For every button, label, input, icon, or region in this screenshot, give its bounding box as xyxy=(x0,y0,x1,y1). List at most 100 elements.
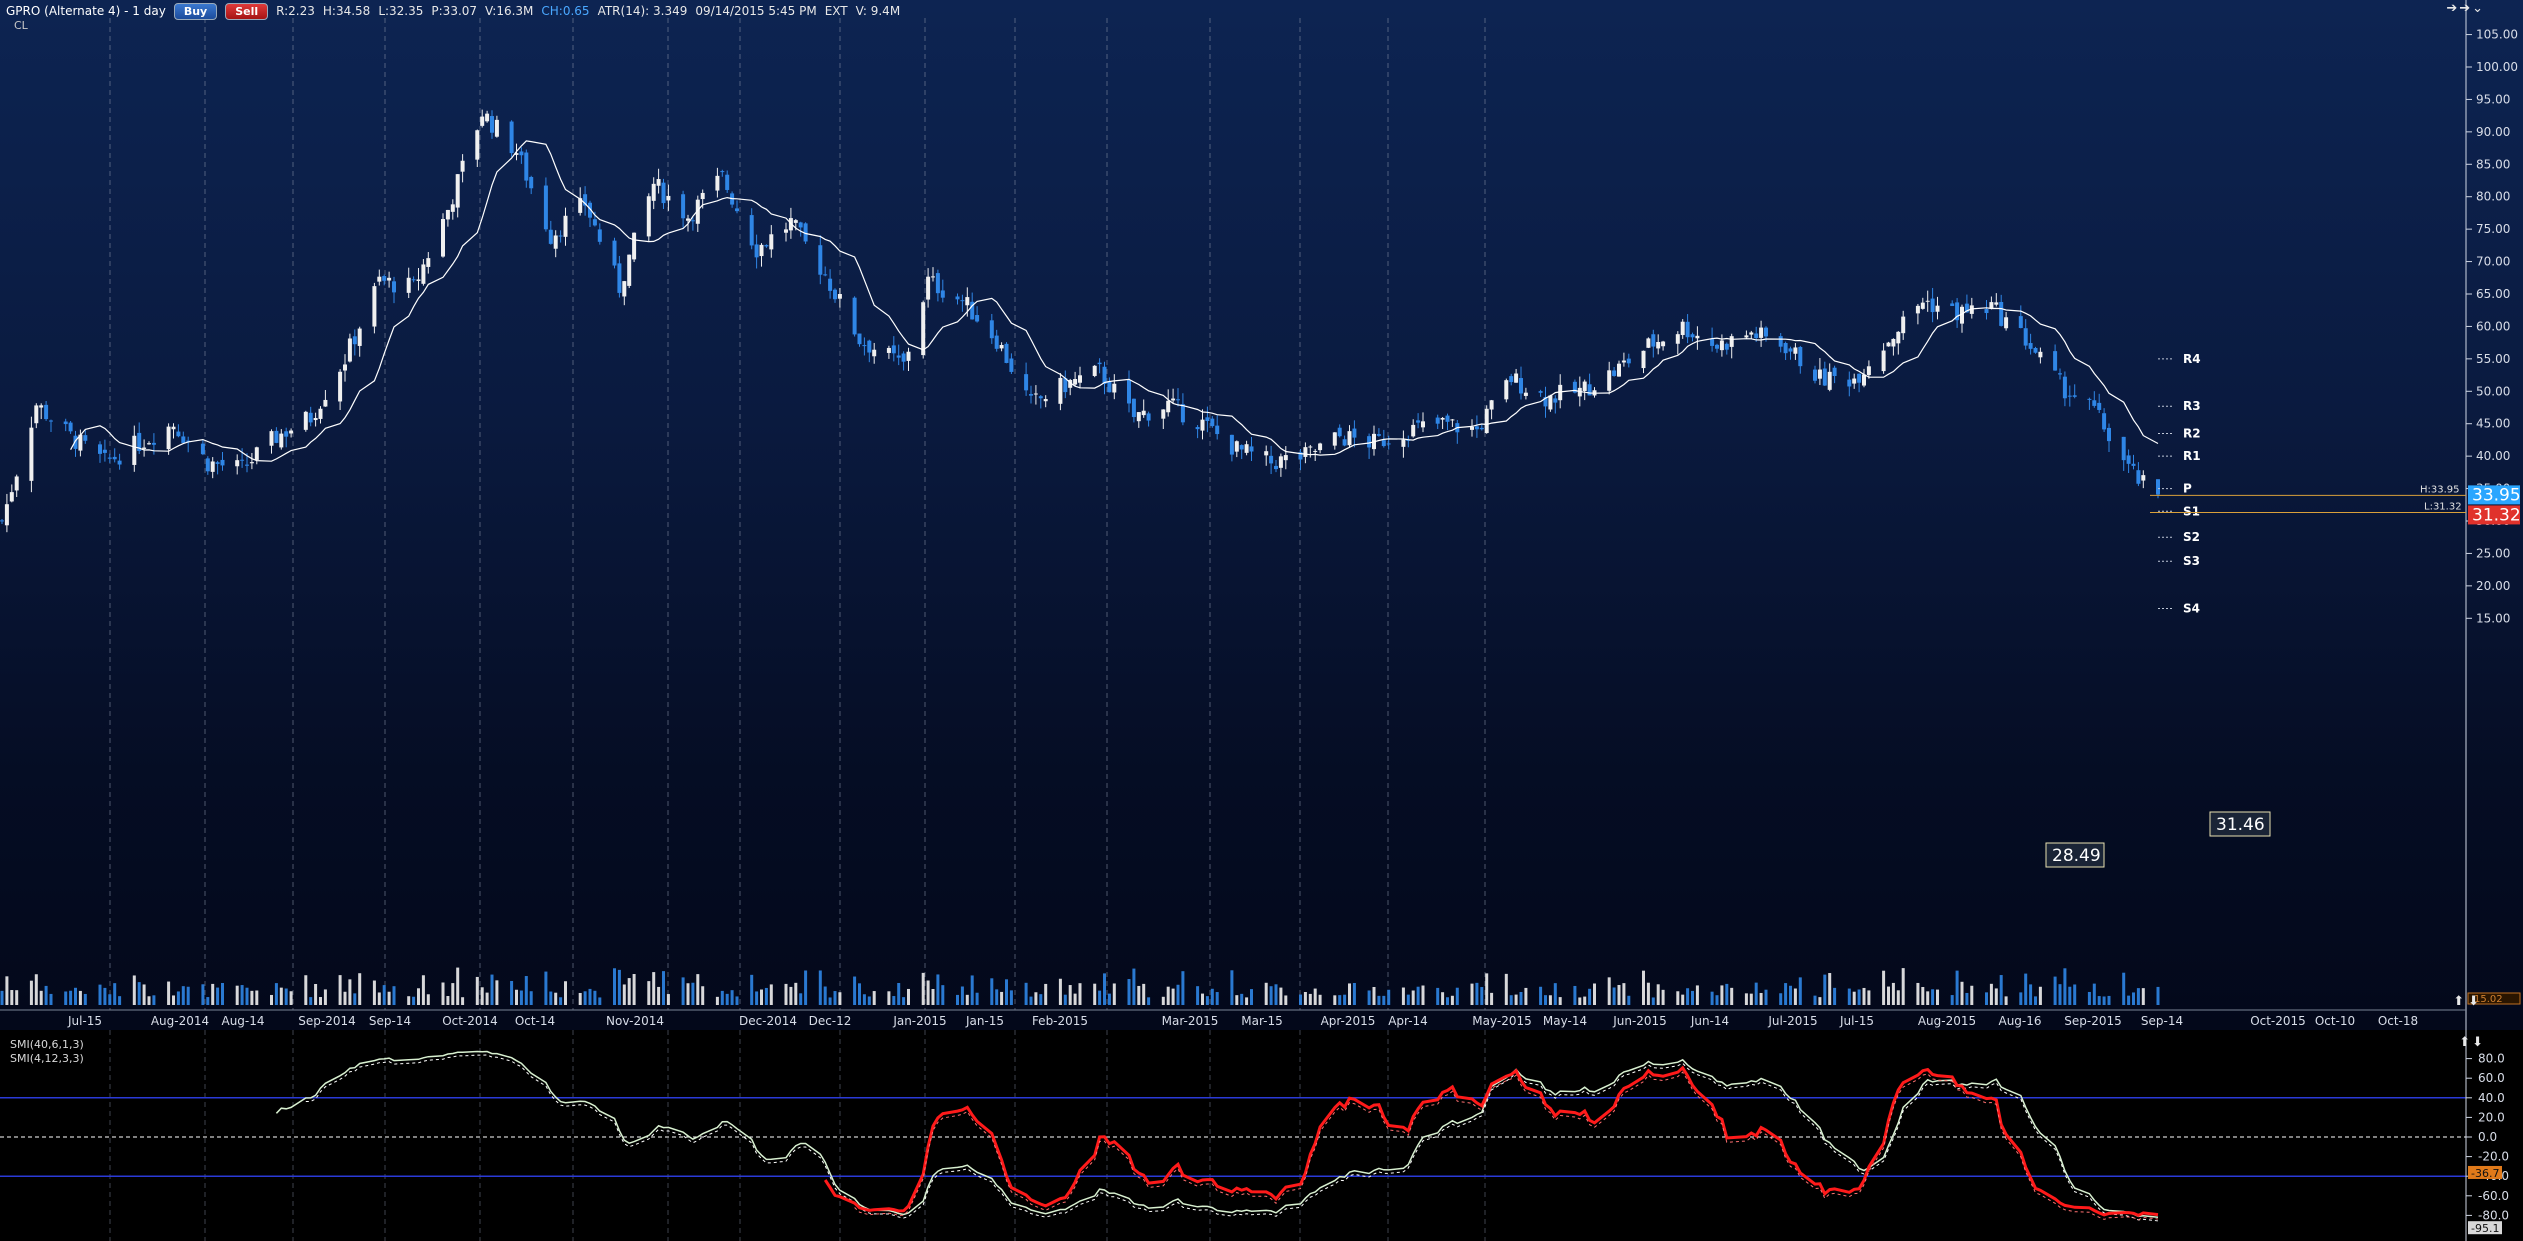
volume-bar-134 xyxy=(921,972,925,1005)
candle-body-251 xyxy=(1719,340,1724,351)
volume-bar-104 xyxy=(715,996,719,1005)
candle-body-117 xyxy=(798,222,803,228)
price-axis-label-6: 75.00 xyxy=(2476,222,2510,236)
price-chart-svg[interactable]: 105.00 100.00 95.00 90.00 85.00 80.00 75.00 70.… xyxy=(0,0,2523,1030)
candle-body-124 xyxy=(852,297,857,335)
pivot-label-P: P xyxy=(2183,482,2192,496)
volume-bar-161 xyxy=(1103,973,1106,1005)
atr-stat: ATR(14): 3.349 xyxy=(597,4,688,18)
candle-body-81 xyxy=(553,235,558,249)
candle-body-116 xyxy=(793,220,798,223)
volume-bar-119 xyxy=(818,970,822,1005)
time-axis-label-19: Jun-2015 xyxy=(1612,1014,1667,1028)
candle-body-22 xyxy=(147,443,151,445)
volume-bar-71 xyxy=(485,992,489,1005)
volume-bar-233 xyxy=(1593,983,1596,1005)
candle-body-53 xyxy=(357,328,362,346)
candle-body-34 xyxy=(235,460,240,467)
candle-body-2 xyxy=(9,492,14,502)
volume-bar-253 xyxy=(1730,987,1734,1005)
candle-body-55 xyxy=(377,276,382,282)
time-axis-label-22: Jul-15 xyxy=(1839,1014,1874,1028)
volume-bar-17 xyxy=(113,983,117,1005)
volume-bar-81 xyxy=(554,992,558,1005)
candle-body-263 xyxy=(1798,346,1803,367)
time-axis-label-12: Feb-2015 xyxy=(1032,1014,1088,1028)
volume-scroll-icons[interactable]: ⬆⬇ xyxy=(2453,994,2483,1009)
price-chart-panel[interactable]: 105.00 100.00 95.00 90.00 85.00 80.00 75.00 70.… xyxy=(0,0,2523,1030)
candle-body-259 xyxy=(1778,336,1783,347)
candle-body-192 xyxy=(1313,450,1318,452)
candle-body-103 xyxy=(700,192,705,200)
time-axis-label-28: Oct-10 xyxy=(2315,1014,2355,1028)
sell-button[interactable]: Sell xyxy=(225,2,269,20)
chart-title: GPRO (Alternate 4) - 1 day xyxy=(6,4,166,18)
volume-bar-47 xyxy=(319,997,322,1005)
volume-bar-78 xyxy=(529,991,533,1005)
volume-bar-54 xyxy=(372,980,376,1005)
smi-indicator-panel[interactable]: 80.060.040.020.00.0-20.0-40.0-60.0-80.0-… xyxy=(0,1030,2523,1241)
candle-body-146 xyxy=(999,345,1004,349)
volume-bar-98 xyxy=(666,994,670,1005)
volume-bar-288 xyxy=(1970,985,1974,1005)
price-axis-label-11: 50.00 xyxy=(2476,384,2510,398)
volume-bar-200 xyxy=(1372,987,1376,1005)
change-stat: CH:0.65 xyxy=(541,4,590,18)
buy-button[interactable]: Buy xyxy=(173,2,218,20)
smi-fast-line xyxy=(275,1050,2159,1219)
pivot-label-R4: R4 xyxy=(2183,352,2201,366)
volume-bar-235 xyxy=(1612,987,1616,1005)
candle-body-240 xyxy=(1646,338,1651,348)
candle-body-253 xyxy=(1729,336,1734,347)
volume-bar-311 xyxy=(2132,992,2135,1005)
volume-bar-306 xyxy=(2097,996,2101,1005)
volume-bar-230 xyxy=(1578,997,1582,1005)
volume-bar-231 xyxy=(1583,996,1587,1005)
candle-body-196 xyxy=(1342,439,1347,446)
candle-body-256 xyxy=(1754,333,1759,339)
candle-body-16 xyxy=(107,457,112,459)
volume-bar-181 xyxy=(1240,993,1244,1005)
candle-body-1 xyxy=(4,504,9,526)
candle-body-295 xyxy=(2023,328,2028,346)
volume-bar-141 xyxy=(965,994,969,1005)
volume-bar-241 xyxy=(1651,997,1655,1005)
candle-body-89 xyxy=(612,240,617,266)
volume-bar-115 xyxy=(789,986,793,1005)
candle-body-31 xyxy=(210,461,215,472)
candle-body-206 xyxy=(1411,424,1416,437)
candle-body-304 xyxy=(2087,398,2092,400)
price-axis-label-10: 55.00 xyxy=(2476,352,2510,366)
ind-axis-label-7: -60.0 xyxy=(2478,1189,2509,1203)
volume-bar-123 xyxy=(838,992,842,1005)
chart-nav-icons[interactable]: ➔➔⌄ xyxy=(2446,1,2485,16)
candle-body-54 xyxy=(372,286,377,327)
candle-body-293 xyxy=(2004,317,2009,329)
volume-bar-82 xyxy=(559,997,563,1005)
volume-bar-312 xyxy=(2136,988,2140,1005)
candle-body-159 xyxy=(1092,365,1097,376)
smi-chart-svg[interactable]: 80.060.040.020.00.0-20.0-40.0-60.0-80.0-… xyxy=(0,1030,2523,1241)
volume-bar-136 xyxy=(931,989,935,1005)
candle-body-277 xyxy=(1896,331,1901,344)
volume-bar-262 xyxy=(1793,988,1797,1005)
candle-body-250 xyxy=(1715,344,1719,349)
volume-bar-155 xyxy=(1063,994,1067,1005)
candle-body-74 xyxy=(509,121,514,154)
volume-bar-240 xyxy=(1646,982,1650,1005)
candle-body-272 xyxy=(1862,374,1866,386)
volume-bar-133 xyxy=(907,988,910,1005)
candle-body-140 xyxy=(960,300,965,302)
candle-body-193 xyxy=(1318,443,1323,451)
volume-bar-103 xyxy=(701,986,705,1005)
candle-body-194 xyxy=(1332,432,1337,446)
indicator-scroll-icons[interactable]: ⬆⬇ xyxy=(2459,1035,2485,1050)
candle-body-274 xyxy=(1881,350,1886,372)
candle-body-134 xyxy=(921,302,926,356)
candle-body-217 xyxy=(1484,408,1489,434)
candle-body-312 xyxy=(2136,470,2141,484)
candle-body-242 xyxy=(1656,342,1661,349)
price-axis-label-8: 65.00 xyxy=(2476,287,2510,301)
candle-body-73 xyxy=(494,119,499,137)
price-axis-label-17: 20.00 xyxy=(2476,579,2510,593)
